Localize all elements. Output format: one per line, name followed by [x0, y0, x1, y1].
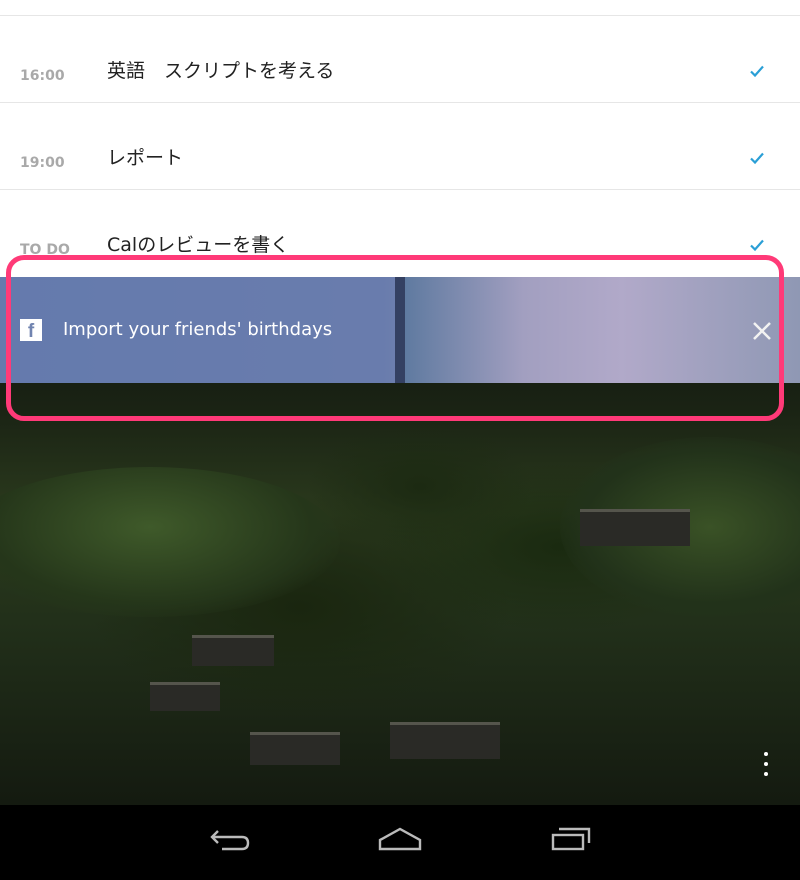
back-icon — [210, 830, 250, 851]
task-title: 英語 スクリプトを考える — [107, 60, 335, 82]
home-icon — [378, 827, 422, 851]
home-button[interactable] — [370, 823, 430, 863]
task-row[interactable]: 19:00 レポート — [0, 103, 800, 190]
house — [580, 509, 690, 546]
hill — [0, 467, 340, 617]
house — [390, 722, 500, 759]
house — [250, 732, 340, 765]
house — [192, 635, 274, 666]
task-time: 19:00 — [20, 155, 65, 171]
check-icon[interactable] — [748, 149, 766, 167]
task-title: レポート — [107, 147, 184, 169]
house — [150, 682, 220, 711]
task-list: 16:00 英語 スクリプトを考える 19:00 レポート TO DO Calの… — [0, 0, 800, 277]
highlight-outline — [6, 255, 784, 421]
check-icon[interactable] — [748, 236, 766, 254]
task-time: 16:00 — [20, 68, 65, 84]
recent-apps-icon — [551, 827, 591, 851]
navigation-bar — [0, 805, 800, 880]
back-button[interactable] — [200, 823, 260, 863]
task-row[interactable]: 16:00 英語 スクリプトを考える — [0, 16, 800, 103]
task-title: Calのレビューを書く — [107, 234, 290, 256]
more-options-icon[interactable] — [762, 752, 770, 782]
check-icon[interactable] — [748, 62, 766, 80]
recent-apps-button[interactable] — [540, 823, 600, 863]
